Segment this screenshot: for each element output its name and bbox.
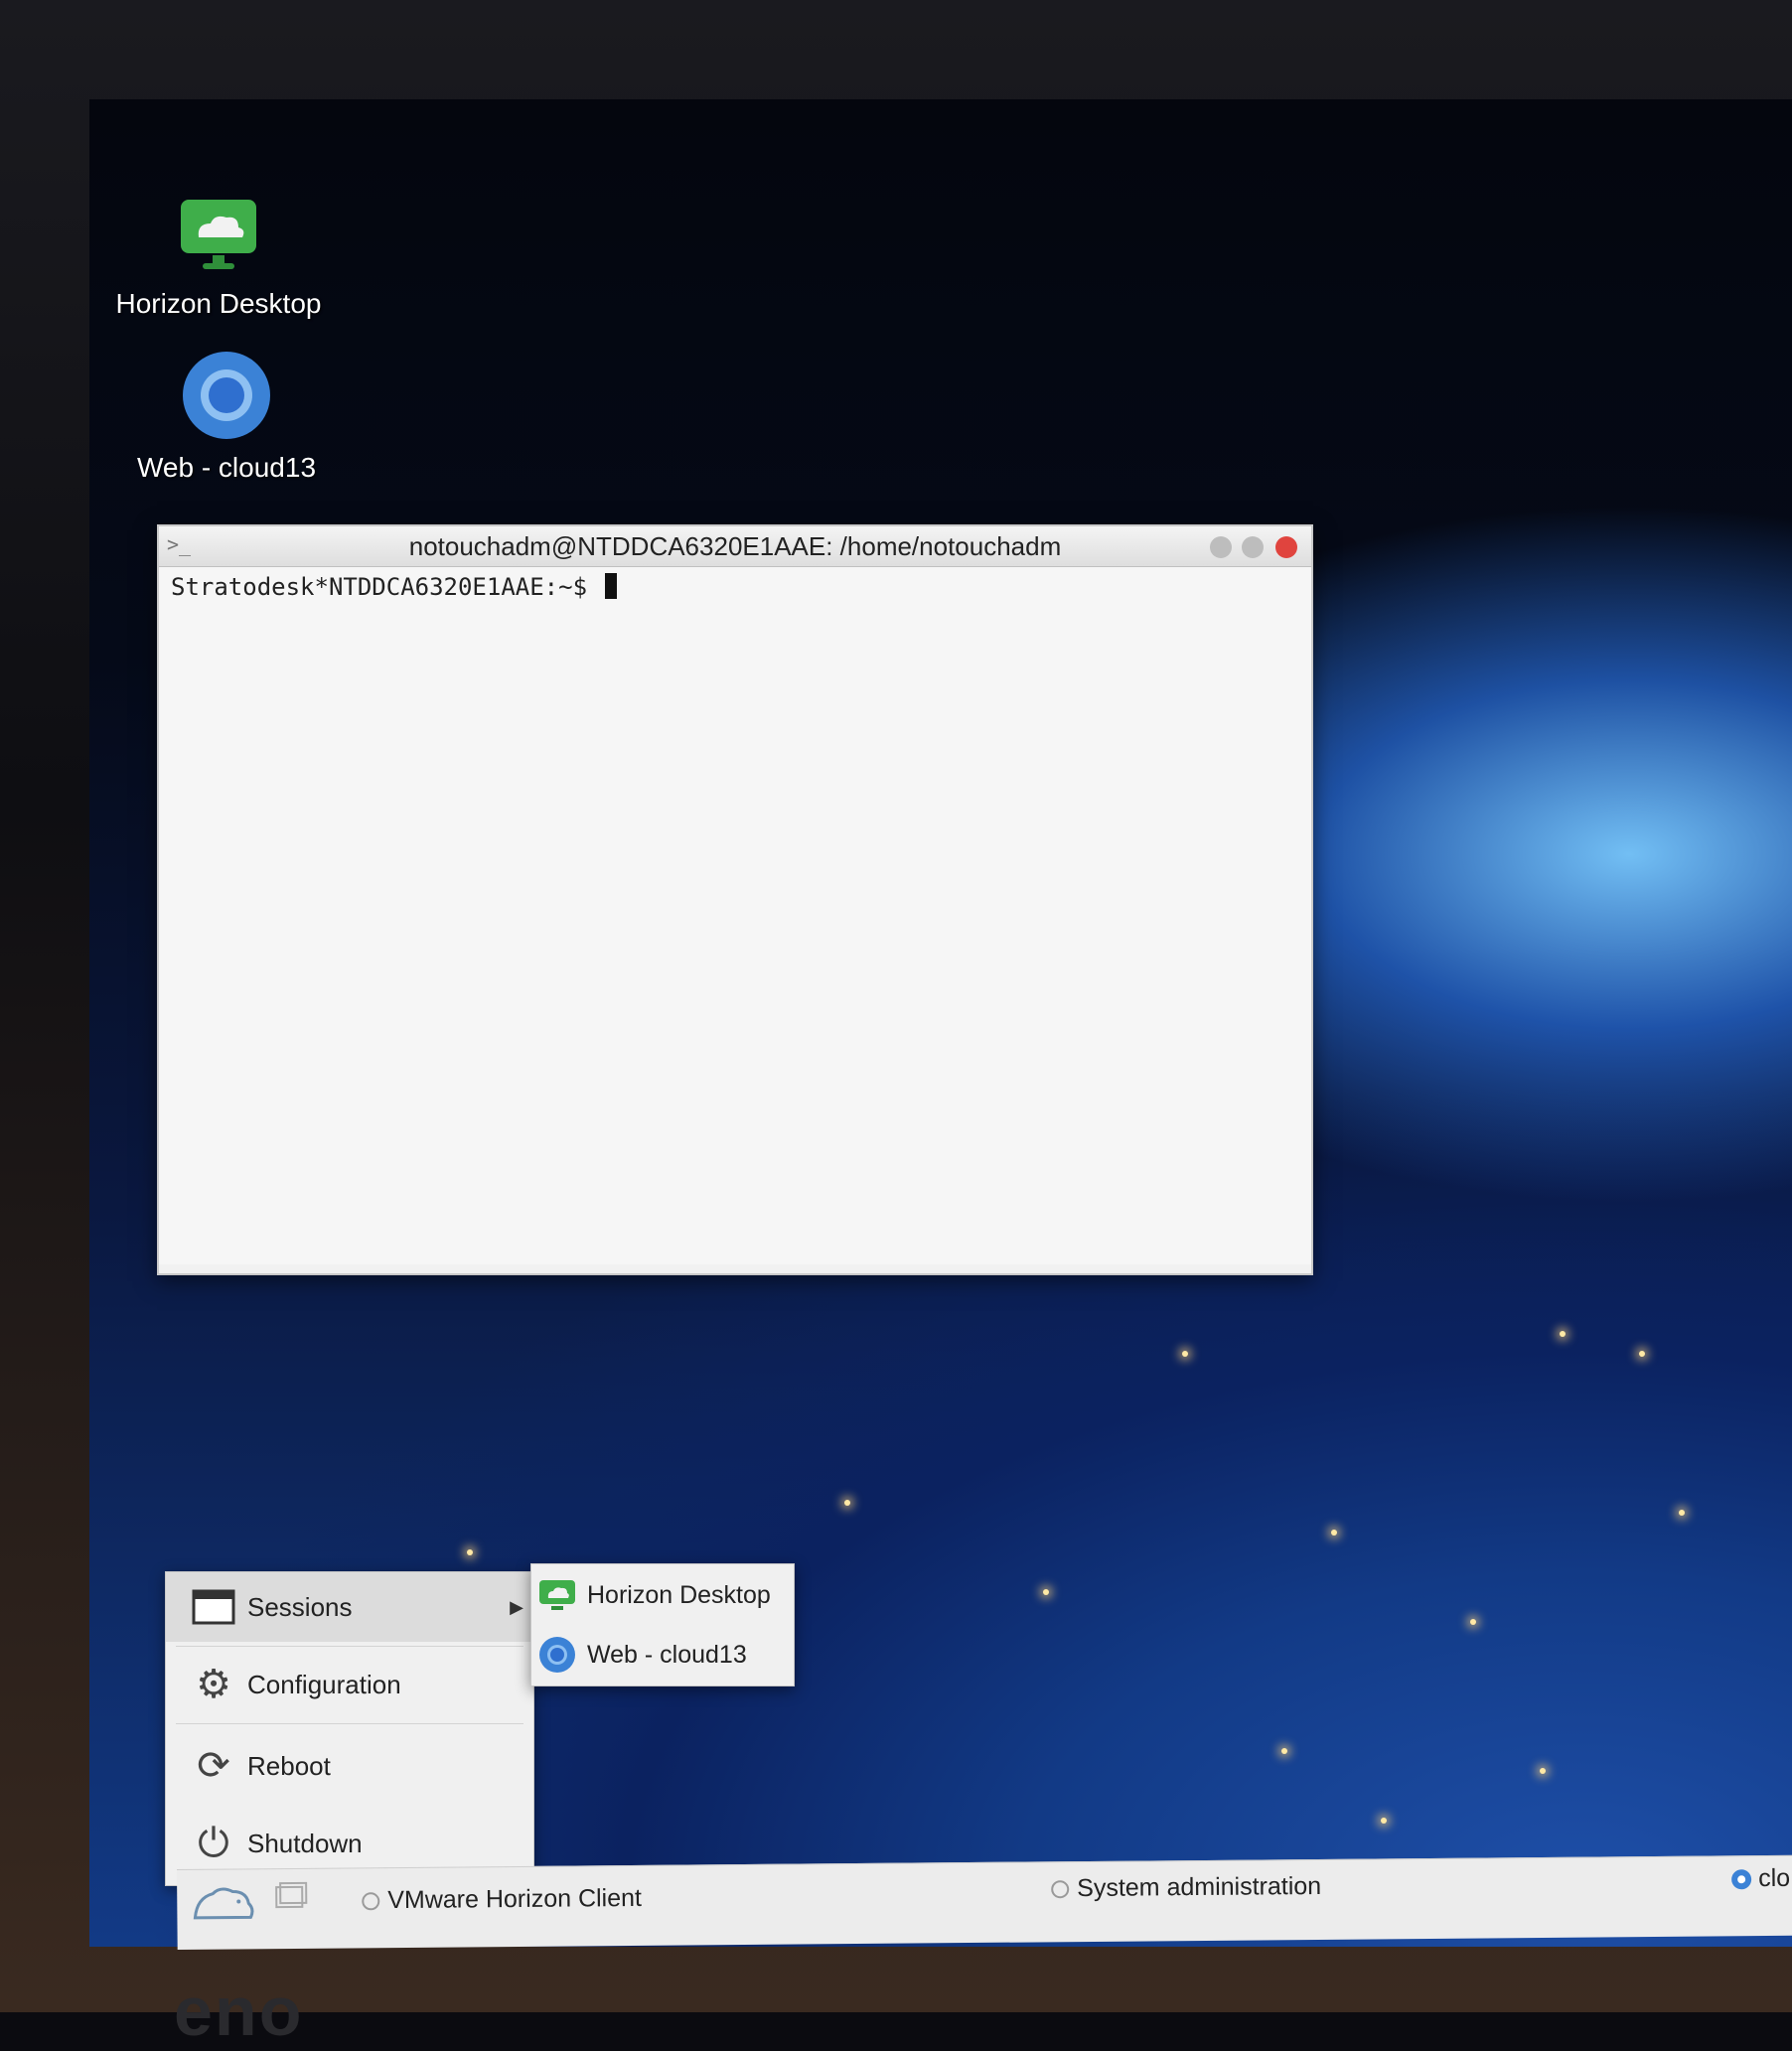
horizon-cloud-monitor-icon (537, 1575, 577, 1615)
task-label: VMware Horizon Client (387, 1883, 643, 1915)
city-light (467, 1549, 473, 1555)
city-light (1639, 1351, 1645, 1357)
task-status-icon (1051, 1879, 1070, 1898)
city-light (1470, 1619, 1476, 1625)
city-light (1679, 1510, 1685, 1516)
desktop-icon-label: Web - cloud13 (136, 452, 317, 483)
menu-item-sessions[interactable]: Sessions ▶ (166, 1572, 533, 1642)
task-system-administration[interactable]: System administration (1051, 1872, 1321, 1903)
desktop-icon-web[interactable]: Web - cloud13 (107, 350, 346, 484)
submenu-item-label: Horizon Desktop (587, 1580, 771, 1609)
terminal-icon: >_ (167, 532, 192, 556)
menu-separator (176, 1723, 523, 1724)
desktop-icon-horizon[interactable]: Horizon Desktop (99, 194, 338, 320)
city-light (1182, 1351, 1188, 1357)
desktop-icon-label: Horizon Desktop (115, 288, 322, 319)
city-light (1381, 1818, 1387, 1824)
submenu-arrow-icon: ▶ (510, 1596, 523, 1617)
submenu-item-label: Web - cloud13 (587, 1640, 747, 1669)
task-label: System administration (1077, 1871, 1322, 1903)
submenu-item-web[interactable]: Web - cloud13 (531, 1626, 794, 1684)
menu-item-label: Configuration (247, 1669, 401, 1699)
horizon-cloud-monitor-icon (181, 200, 256, 269)
task-cloud13[interactable]: clo (1730, 1864, 1790, 1894)
task-label: clo (1758, 1863, 1791, 1893)
city-light (1281, 1748, 1287, 1754)
start-menu: Sessions ▶ ⚙ Configuration ⟳ Reboot ⏻ Sh… (165, 1571, 534, 1886)
gear-icon: ⚙ (196, 1663, 231, 1706)
terminal-window[interactable]: >_ notouchadm@NTDDCA6320E1AAE: /home/not… (157, 524, 1313, 1275)
polar-bear-icon (193, 1887, 254, 1920)
menu-separator (176, 1646, 523, 1647)
chromium-icon (1731, 1868, 1752, 1889)
city-light (844, 1500, 850, 1506)
shell-prompt: Stratodesk*NTDDCA6320E1AAE:~$ (171, 573, 602, 601)
minimize-button[interactable] (1210, 536, 1232, 558)
chromium-icon (537, 1635, 577, 1675)
text-cursor (605, 573, 618, 599)
menu-item-reboot[interactable]: ⟳ Reboot (166, 1731, 533, 1801)
monitor-brand-logo: eno (174, 1973, 304, 2050)
menu-item-label: Sessions (247, 1591, 353, 1622)
start-button[interactable] (189, 1877, 258, 1928)
show-desktop-icon (275, 1881, 308, 1909)
maximize-button[interactable] (1242, 536, 1264, 558)
taskbar: VMware Horizon Client System administrat… (177, 1854, 1792, 1950)
reboot-icon: ⟳ (197, 1744, 230, 1788)
menu-item-configuration[interactable]: ⚙ Configuration (166, 1650, 533, 1719)
city-light (1043, 1589, 1049, 1595)
city-light (1331, 1530, 1337, 1536)
chromium-icon (183, 352, 270, 439)
close-button[interactable] (1275, 536, 1297, 558)
task-status-icon (362, 1891, 380, 1910)
task-vmware-horizon[interactable]: VMware Horizon Client (362, 1884, 642, 1915)
city-light (1560, 1331, 1566, 1337)
window-icon (190, 1583, 237, 1631)
sessions-submenu: Horizon Desktop Web - cloud13 (530, 1563, 795, 1686)
show-desktop-button[interactable] (272, 1881, 308, 1913)
city-light (1540, 1768, 1546, 1774)
menu-item-label: Reboot (247, 1750, 331, 1781)
window-title: notouchadm@NTDDCA6320E1AAE: /home/notouc… (408, 530, 1062, 561)
menu-item-label: Shutdown (247, 1828, 363, 1858)
submenu-item-horizon[interactable]: Horizon Desktop (531, 1566, 794, 1624)
power-icon: ⏻ (198, 1821, 229, 1865)
terminal-content[interactable]: Stratodesk*NTDDCA6320E1AAE:~$ (159, 567, 1311, 1264)
terminal-titlebar[interactable]: >_ notouchadm@NTDDCA6320E1AAE: /home/not… (159, 526, 1311, 567)
